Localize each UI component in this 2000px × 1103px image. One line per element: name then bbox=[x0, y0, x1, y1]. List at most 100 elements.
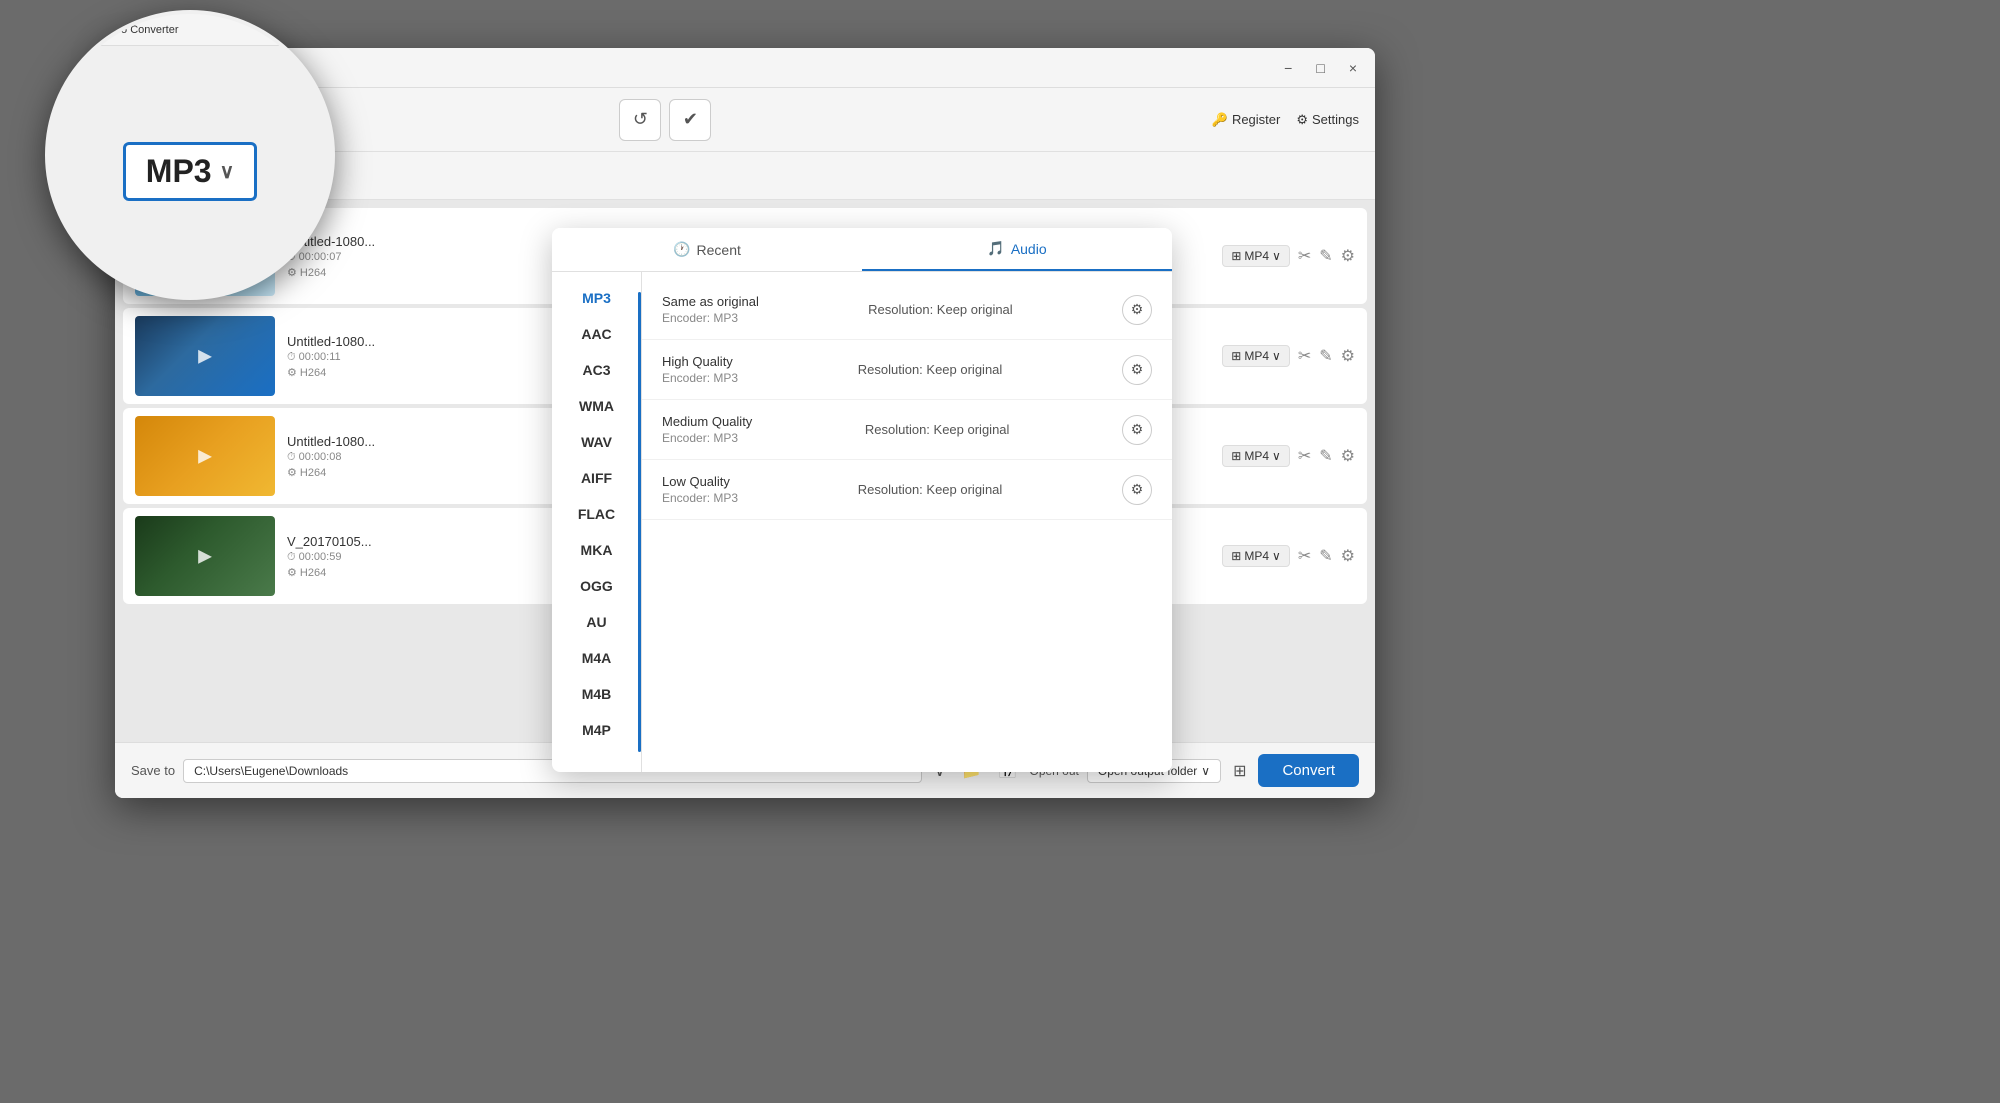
quality-encoder: Encoder: MP3 bbox=[662, 371, 738, 385]
quality-resolution: Resolution: Keep original bbox=[858, 362, 1003, 377]
clock-icon: 🕐 bbox=[673, 241, 690, 258]
gear-icon: ⚙ bbox=[1296, 112, 1308, 128]
chevron-icon: ∨ bbox=[1272, 349, 1281, 363]
list-item[interactable]: High Quality Encoder: MP3 Resolution: Ke… bbox=[642, 340, 1172, 400]
magnified-circle: Toolits Video Converter MP3 ∨ bbox=[45, 10, 335, 300]
settings-icon[interactable]: ⚙ bbox=[1341, 446, 1355, 466]
edit-icon[interactable]: ✎ bbox=[1319, 346, 1332, 366]
file-actions: ⊞ MP4 ∨ ✂ ✎ ⚙ bbox=[1222, 445, 1355, 467]
chevron-icon: ∨ bbox=[1272, 449, 1281, 463]
quality-settings-button[interactable]: ⚙ bbox=[1122, 295, 1152, 325]
quality-settings-button[interactable]: ⚙ bbox=[1122, 475, 1152, 505]
check-button[interactable]: ✔ bbox=[669, 99, 711, 141]
format-badge[interactable]: ⊞ MP4 ∨ bbox=[1222, 445, 1290, 467]
edit-icon[interactable]: ✎ bbox=[1319, 246, 1332, 266]
quality-name: Same as original bbox=[662, 294, 759, 309]
quality-resolution: Resolution: Keep original bbox=[868, 302, 1013, 317]
quality-encoder: Encoder: MP3 bbox=[662, 431, 752, 445]
quality-name: High Quality bbox=[662, 354, 738, 369]
close-button[interactable]: × bbox=[1343, 58, 1363, 78]
magnified-title: Toolits Video Converter bbox=[65, 24, 179, 36]
grid-icon: ⊞ bbox=[1231, 449, 1241, 463]
file-actions: ⊞ MP4 ∨ ✂ ✎ ⚙ bbox=[1222, 345, 1355, 367]
check-icon: ✔ bbox=[683, 109, 698, 130]
grid-icon: ⊞ bbox=[1231, 249, 1241, 263]
file-thumbnail: ▶ bbox=[135, 516, 275, 596]
list-item[interactable]: M4B bbox=[552, 676, 641, 712]
quality-name: Medium Quality bbox=[662, 414, 752, 429]
chevron-icon: ∨ bbox=[1272, 249, 1281, 263]
magnified-body: MP3 ∨ bbox=[49, 46, 331, 296]
quality-info: High Quality Encoder: MP3 bbox=[662, 354, 738, 385]
list-item[interactable]: MKA bbox=[552, 532, 641, 568]
quality-info: Low Quality Encoder: MP3 bbox=[662, 474, 738, 505]
settings-icon[interactable]: ⚙ bbox=[1341, 546, 1355, 566]
settings-icon[interactable]: ⚙ bbox=[1341, 346, 1355, 366]
list-item[interactable]: AAC bbox=[552, 316, 641, 352]
grid-view-button[interactable]: ⊞ bbox=[1229, 757, 1250, 785]
key-icon: 🔑 bbox=[1212, 112, 1228, 128]
format-badge[interactable]: ⊞ MP4 ∨ bbox=[1222, 345, 1290, 367]
cut-icon[interactable]: ✂ bbox=[1298, 446, 1311, 466]
music-icon: 🎵 bbox=[987, 240, 1004, 257]
list-item[interactable]: AU bbox=[552, 604, 641, 640]
file-thumbnail: ▶ bbox=[135, 416, 275, 496]
quality-settings-button[interactable]: ⚙ bbox=[1122, 415, 1152, 445]
cut-icon[interactable]: ✂ bbox=[1298, 546, 1311, 566]
list-item[interactable]: MP3 bbox=[552, 280, 641, 316]
tab-recent[interactable]: 🕐 Recent bbox=[552, 228, 862, 271]
list-item[interactable]: Medium Quality Encoder: MP3 Resolution: … bbox=[642, 400, 1172, 460]
list-item[interactable]: AC3 bbox=[552, 352, 641, 388]
list-item[interactable]: M4A bbox=[552, 640, 641, 676]
register-button[interactable]: 🔑 Register bbox=[1212, 112, 1281, 128]
format-list: MP3 AAC AC3 WMA WAV AIFF FLAC MKA OGG AU… bbox=[552, 272, 642, 772]
settings-button[interactable]: ⚙ Settings bbox=[1296, 112, 1359, 128]
quality-resolution: Resolution: Keep original bbox=[865, 422, 1010, 437]
format-badge[interactable]: ⊞ MP4 ∨ bbox=[1222, 245, 1290, 267]
magnified-chevron-icon: ∨ bbox=[220, 159, 235, 184]
magnified-mp3-label: MP3 bbox=[146, 153, 212, 190]
window-controls: − □ × bbox=[1278, 58, 1363, 78]
settings-icon[interactable]: ⚙ bbox=[1341, 246, 1355, 266]
quality-settings-button[interactable]: ⚙ bbox=[1122, 355, 1152, 385]
file-actions: ⊞ MP4 ∨ ✂ ✎ ⚙ bbox=[1222, 545, 1355, 567]
quality-encoder: Encoder: MP3 bbox=[662, 491, 738, 505]
play-icon: ▶ bbox=[198, 446, 212, 467]
file-actions: ⊞ MP4 ∨ ✂ ✎ ⚙ bbox=[1222, 245, 1355, 267]
convert-button[interactable]: Convert bbox=[1258, 754, 1359, 787]
cut-icon[interactable]: ✂ bbox=[1298, 346, 1311, 366]
cut-icon[interactable]: ✂ bbox=[1298, 246, 1311, 266]
quality-resolution: Resolution: Keep original bbox=[858, 482, 1003, 497]
tab-audio[interactable]: 🎵 Audio bbox=[862, 228, 1172, 271]
save-to-label: Save to bbox=[131, 763, 175, 778]
grid-icon: ⊞ bbox=[1231, 549, 1241, 563]
list-item[interactable]: WAV bbox=[552, 424, 641, 460]
list-item[interactable]: M4P bbox=[552, 712, 641, 748]
chevron-down-icon: ∨ bbox=[1201, 764, 1210, 778]
list-item[interactable]: Low Quality Encoder: MP3 Resolution: Kee… bbox=[642, 460, 1172, 520]
minimize-button[interactable]: − bbox=[1278, 58, 1298, 78]
toolbar-right: 🔑 Register ⚙ Settings bbox=[1212, 112, 1359, 128]
list-item[interactable]: Same as original Encoder: MP3 Resolution… bbox=[642, 280, 1172, 340]
quality-encoder: Encoder: MP3 bbox=[662, 311, 759, 325]
play-icon: ▶ bbox=[198, 546, 212, 567]
list-item[interactable]: AIFF bbox=[552, 460, 641, 496]
edit-icon[interactable]: ✎ bbox=[1319, 546, 1332, 566]
format-badge[interactable]: ⊞ MP4 ∨ bbox=[1222, 545, 1290, 567]
play-icon: ▶ bbox=[198, 346, 212, 367]
list-item[interactable]: FLAC bbox=[552, 496, 641, 532]
list-item[interactable]: OGG bbox=[552, 568, 641, 604]
popup-tabs: 🕐 Recent 🎵 Audio bbox=[552, 228, 1172, 272]
format-picker-popup: 🕐 Recent 🎵 Audio MP3 AAC AC3 WMA WAV AIF… bbox=[552, 228, 1172, 772]
rotate-icon: ↺ bbox=[633, 109, 648, 130]
magnified-mp3-selector: MP3 ∨ bbox=[123, 142, 257, 201]
quality-list: Same as original Encoder: MP3 Resolution… bbox=[642, 272, 1172, 772]
edit-icon[interactable]: ✎ bbox=[1319, 446, 1332, 466]
quality-name: Low Quality bbox=[662, 474, 738, 489]
list-item[interactable]: WMA bbox=[552, 388, 641, 424]
rotate-button[interactable]: ↺ bbox=[619, 99, 661, 141]
maximize-button[interactable]: □ bbox=[1310, 58, 1330, 78]
quality-info: Medium Quality Encoder: MP3 bbox=[662, 414, 752, 445]
popup-body: MP3 AAC AC3 WMA WAV AIFF FLAC MKA OGG AU… bbox=[552, 272, 1172, 772]
magnified-content: Toolits Video Converter MP3 ∨ bbox=[49, 14, 331, 296]
